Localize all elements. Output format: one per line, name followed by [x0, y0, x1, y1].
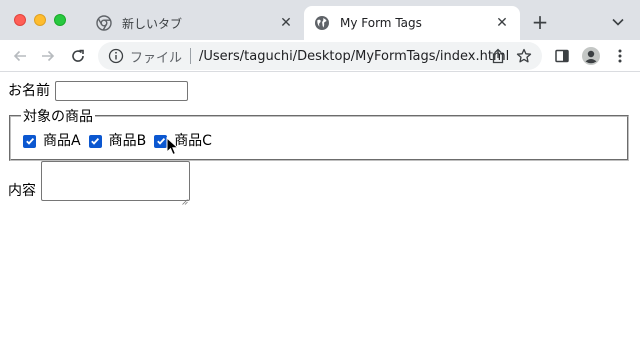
content-label: 内容: [8, 183, 36, 199]
product-a-option[interactable]: 商品A: [23, 131, 81, 151]
tab-my-form-tags[interactable]: My Form Tags ✕: [304, 6, 520, 40]
fieldset-legend: 対象の商品: [23, 109, 93, 125]
tab-strip: 新しいタブ ✕ My Form Tags ✕ +: [0, 0, 640, 40]
share-icon[interactable]: [488, 46, 508, 66]
product-checkbox-group: 商品A 商品B 商品C: [23, 131, 617, 151]
info-icon[interactable]: [108, 48, 124, 64]
side-panel-icon[interactable]: [550, 44, 574, 68]
content-textarea-box[interactable]: [41, 161, 190, 201]
address-bar[interactable]: ファイル /Users/taguchi/Desktop/MyFormTags/i…: [98, 42, 542, 70]
name-row: お名前: [8, 81, 188, 101]
name-label: お名前: [8, 83, 50, 99]
browser-toolbar: ファイル /Users/taguchi/Desktop/MyFormTags/i…: [0, 40, 640, 72]
url-text[interactable]: /Users/taguchi/Desktop/MyFormTags/index.…: [199, 49, 509, 64]
chevron-down-icon[interactable]: [608, 12, 628, 32]
chrome-icon: [96, 15, 112, 31]
tab-title: 新しいタブ: [122, 16, 183, 31]
product-c-option[interactable]: 商品C: [154, 131, 212, 151]
resize-grip-icon[interactable]: [182, 193, 188, 205]
product-b-option[interactable]: 商品B: [88, 131, 147, 151]
content-textarea[interactable]: [41, 161, 190, 205]
close-icon[interactable]: ✕: [492, 13, 512, 33]
url-scheme-label: ファイル: [130, 50, 183, 66]
globe-icon: [314, 15, 330, 31]
window-minimize-button[interactable]: [34, 14, 46, 26]
tab-title: My Form Tags: [340, 16, 422, 30]
product-a-label: 商品A: [43, 133, 81, 149]
product-fieldset: 対象の商品 商品A 商品B 商品C: [9, 106, 629, 161]
name-input[interactable]: [55, 81, 188, 101]
profile-avatar-icon[interactable]: [579, 44, 603, 68]
mouse-pointer-icon: [166, 136, 180, 157]
product-a-checkbox[interactable]: [23, 134, 36, 148]
close-icon[interactable]: ✕: [276, 13, 296, 33]
url-divider: [190, 48, 192, 64]
new-tab-button[interactable]: +: [528, 10, 552, 34]
page-content: お名前 対象の商品 商品A 商品B 商品C 内容: [0, 73, 640, 360]
product-b-label: 商品B: [108, 133, 147, 149]
tab-new-tab[interactable]: 新しいタブ ✕: [86, 6, 304, 40]
content-row: 内容: [8, 161, 190, 205]
more-menu-icon[interactable]: [608, 44, 632, 68]
window-maximize-button[interactable]: [54, 14, 66, 26]
product-b-checkbox[interactable]: [88, 134, 102, 148]
back-arrow-icon[interactable]: [8, 44, 32, 68]
forward-arrow-icon[interactable]: [36, 44, 60, 68]
window-close-button[interactable]: [14, 14, 26, 26]
bookmark-star-icon[interactable]: [514, 46, 534, 66]
reload-icon[interactable]: [66, 44, 90, 68]
